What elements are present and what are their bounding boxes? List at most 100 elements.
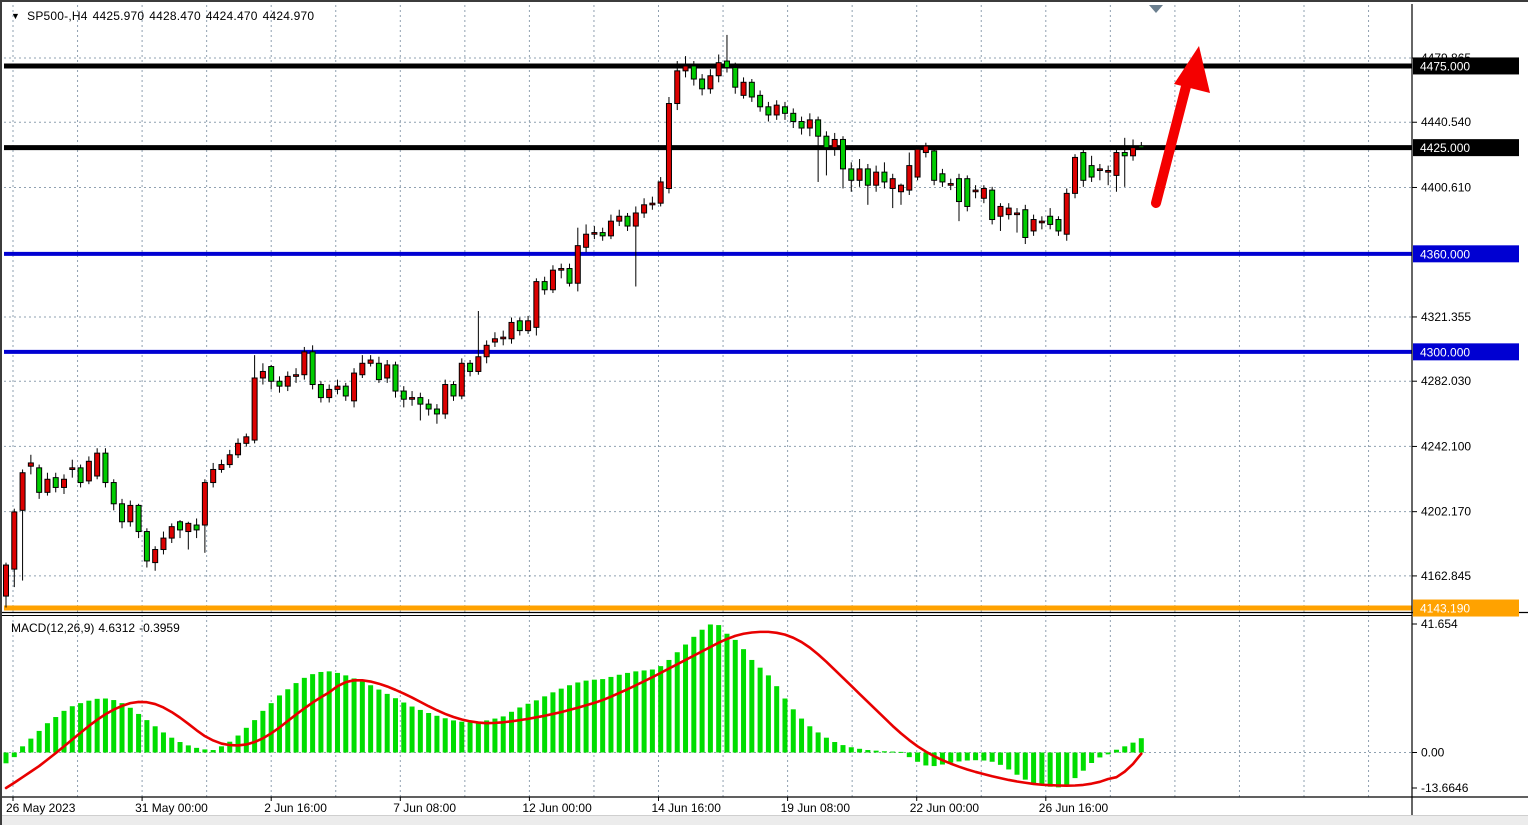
macd-histogram-bar: [907, 753, 912, 758]
candlestick: [691, 66, 696, 79]
candlestick: [136, 505, 141, 531]
candlestick: [824, 136, 829, 147]
macd-histogram-bar: [567, 685, 572, 752]
candlestick: [211, 469, 216, 482]
candlestick: [327, 389, 332, 397]
macd-histogram-bar: [948, 753, 953, 763]
triangle-down-icon[interactable]: ▼: [11, 11, 20, 21]
candlestick: [1039, 221, 1044, 223]
candlestick: [343, 386, 348, 396]
candlestick: [335, 386, 340, 389]
candlestick: [642, 205, 647, 213]
macd-histogram-bar: [244, 728, 249, 753]
candlestick: [799, 121, 804, 128]
price-level-badge-label: 4475.000: [1420, 59, 1470, 73]
price-level-badge-label: 4300.000: [1420, 345, 1470, 359]
macd-histogram-bar: [973, 753, 978, 761]
macd-histogram-bar: [37, 731, 42, 753]
candlestick: [401, 391, 406, 399]
macd-histogram-bar: [791, 709, 796, 752]
macd-histogram-bar: [70, 706, 75, 752]
macd-histogram-bar: [965, 753, 970, 761]
chart-canvas[interactable]: 4479.8654440.5404400.6104321.3554282.030…: [2, 2, 1528, 825]
macd-histogram-bar: [1031, 753, 1036, 784]
macd-histogram-bar: [1039, 753, 1044, 786]
macd-histogram-bar: [799, 719, 804, 753]
macd-histogram-bar: [318, 672, 323, 753]
candlestick: [227, 455, 232, 465]
candlestick: [484, 345, 489, 356]
candlestick: [169, 527, 174, 538]
macd-histogram-bar: [666, 660, 671, 753]
macd-histogram-bar: [186, 745, 191, 752]
macd-histogram-bar: [1131, 743, 1136, 753]
chart-background: [2, 2, 1528, 825]
candlestick: [153, 550, 158, 563]
candlestick: [990, 190, 995, 219]
candlestick: [534, 282, 539, 328]
candlestick: [758, 95, 763, 106]
candlestick: [617, 216, 622, 221]
candlestick: [103, 453, 108, 482]
macd-histogram-bar: [1064, 753, 1069, 785]
candlestick: [890, 179, 895, 189]
macd-histogram-bar: [874, 751, 879, 753]
macd-histogram-bar: [981, 753, 986, 761]
candlestick: [575, 246, 580, 284]
candlestick: [998, 206, 1003, 216]
candlestick: [774, 105, 779, 115]
macd-axis-label: 0.00: [1421, 746, 1445, 760]
candlestick: [567, 269, 572, 284]
macd-histogram-bar: [542, 696, 547, 752]
macd-histogram-bar: [998, 753, 1003, 765]
candlestick: [957, 179, 962, 202]
candlestick: [492, 339, 497, 342]
macd-histogram-bar: [1015, 753, 1020, 775]
macd-histogram-bar: [1106, 753, 1111, 755]
candlestick: [37, 468, 42, 493]
candlestick: [368, 360, 373, 363]
macd-histogram-bar: [20, 746, 25, 752]
candlestick: [28, 463, 33, 466]
macd-histogram-bar: [824, 738, 829, 753]
macd-histogram-bar: [277, 695, 282, 752]
macd-histogram-bar: [161, 732, 166, 752]
symbol-timeframe-label: SP500-,H4: [27, 9, 88, 23]
macd-histogram-bar: [194, 748, 199, 753]
mt4-chart-window: ▼SP500-,H44425.9704428.4704424.4704424.9…: [0, 0, 1528, 825]
candlestick: [70, 468, 75, 470]
candlestick: [1056, 220, 1061, 231]
candlestick: [1114, 153, 1119, 176]
candlestick: [468, 363, 473, 371]
candlestick: [733, 68, 738, 88]
macd-histogram-bar: [443, 718, 448, 752]
macd-histogram-bar: [1023, 753, 1028, 780]
candlestick: [807, 120, 812, 128]
macd-histogram-bar: [559, 689, 564, 753]
macd-histogram-bar: [865, 750, 870, 752]
macd-histogram-bar: [451, 720, 456, 752]
macd-histogram-bar: [78, 703, 83, 752]
macd-histogram-bar: [269, 703, 274, 752]
candlestick: [393, 365, 398, 391]
candlestick: [194, 525, 199, 530]
candlestick: [476, 357, 481, 372]
macd-histogram-bar: [227, 742, 232, 753]
candlestick: [608, 221, 613, 236]
price-level-badge-label: 4360.000: [1420, 247, 1470, 261]
time-axis-label: 26 May 2023: [6, 801, 76, 815]
macd-histogram-bar: [898, 752, 903, 753]
candlestick: [650, 203, 655, 205]
candlestick: [907, 166, 912, 191]
candlestick: [1015, 213, 1020, 215]
macd-histogram-bar: [252, 720, 257, 752]
candlestick: [766, 107, 771, 115]
macd-histogram-bar: [675, 652, 680, 752]
candlestick: [269, 367, 274, 382]
macd-histogram-bar: [103, 699, 108, 753]
candlestick: [857, 169, 862, 180]
candlestick: [592, 233, 597, 235]
macd-histogram-bar: [1089, 753, 1094, 763]
price-axis-label: 4440.540: [1421, 115, 1471, 129]
macd-histogram-bar: [816, 732, 821, 752]
